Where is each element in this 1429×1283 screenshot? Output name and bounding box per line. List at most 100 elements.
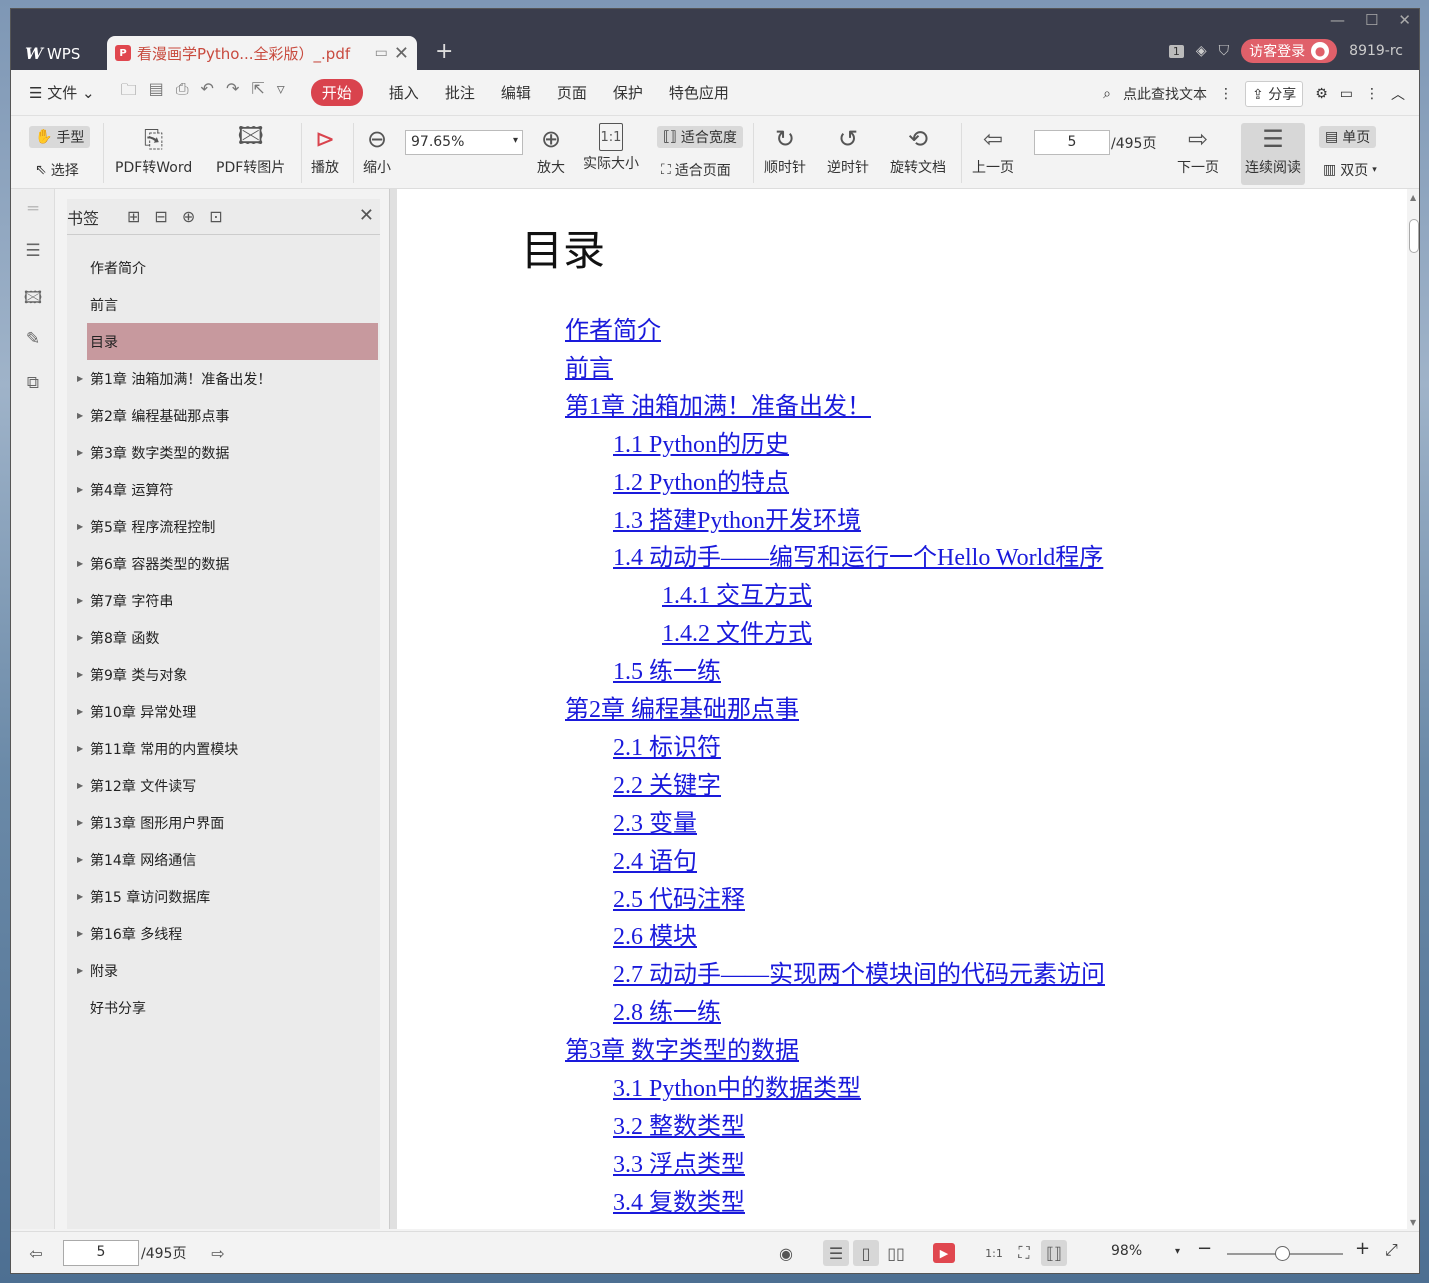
attachment-icon[interactable]: ⧉ [23, 373, 43, 393]
open-folder-icon[interactable]: 🗀 [121, 79, 137, 106]
expand-arrow-icon[interactable]: ▶ [77, 892, 83, 901]
bookmark-item[interactable]: ▶ 第16章 多线程 [67, 915, 380, 952]
bookmark-item[interactable]: ▶ 第5章 程序流程控制 [67, 508, 380, 545]
bookmark-item[interactable]: ▶ 第6章 容器类型的数据 [67, 545, 380, 582]
menu-annotate[interactable]: 批注 [445, 82, 475, 103]
undo-icon[interactable]: ↶ [201, 79, 214, 106]
file-menu[interactable]: ☰ 文件 ⌄ [29, 82, 95, 103]
print-icon[interactable]: ⎙ [176, 79, 189, 106]
new-tab-plus-icon[interactable]: + [435, 39, 453, 64]
collapse-ribbon-icon[interactable]: ︿ [1391, 84, 1405, 104]
play-button[interactable]: ⊳ 播放 [311, 123, 339, 177]
bookmark-item[interactable]: 前言 [67, 286, 380, 323]
close-window-icon[interactable]: ✕ [1398, 11, 1411, 29]
fullscreen-icon[interactable]: ⤢ [1385, 1240, 1398, 1260]
panel-splitter[interactable] [389, 189, 397, 1229]
scroll-down-icon[interactable]: ▼ [1410, 1218, 1416, 1227]
next-page-button[interactable]: ⇨ 下一页 [1177, 123, 1219, 177]
bookmark-item[interactable]: ▶ 第2章 编程基础那点事 [67, 397, 380, 434]
toc-link[interactable]: 2.5 代码注释 [613, 879, 745, 914]
toc-link[interactable]: 2.7 动动手——实现两个模块间的代码元素访问 [613, 954, 1105, 989]
gear-icon[interactable]: ⚙ [1315, 86, 1328, 102]
share-button[interactable]: ⇪ 分享 [1245, 81, 1304, 107]
bookmark-list-icon[interactable]: ☰ [23, 241, 43, 261]
expand-arrow-icon[interactable]: ▶ [77, 966, 83, 975]
toc-link[interactable]: 3.1 Python中的数据类型 [613, 1068, 861, 1103]
prev-page-icon[interactable]: ⇦ [23, 1240, 49, 1266]
expand-arrow-icon[interactable]: ▶ [77, 374, 83, 383]
close-panel-icon[interactable]: ✕ [359, 205, 374, 226]
bookmark-item[interactable]: ▶ 第10章 异常处理 [67, 693, 380, 730]
rotate-counterclockwise-button[interactable]: ↺ 逆时针 [827, 123, 869, 177]
expand-arrow-icon[interactable]: ▶ [77, 448, 83, 457]
toc-link[interactable]: 2.3 变量 [613, 803, 697, 838]
toc-link[interactable]: 1.4.2 文件方式 [662, 613, 812, 648]
menu-edit[interactable]: 编辑 [501, 82, 531, 103]
select-tool-button[interactable]: ⇖ 选择 [35, 160, 79, 180]
toc-link[interactable]: 3.2 整数类型 [613, 1106, 745, 1141]
pdf-to-image-button[interactable]: 🖾 PDF转图片 [216, 122, 285, 177]
actual-size-button[interactable]: 1:1 实际大小 [583, 123, 639, 173]
toc-link[interactable]: 第1章 油箱加满！准备出发！ [565, 386, 871, 421]
skin-icon[interactable]: ◈ [1196, 43, 1207, 59]
zoom-select[interactable]: 97.65% ▾ [405, 130, 523, 155]
toc-link[interactable]: 第2章 编程基础那点事 [565, 689, 799, 724]
menu-page[interactable]: 页面 [557, 82, 587, 103]
close-tab-icon[interactable]: ✕ [394, 43, 409, 64]
bookmark-item[interactable]: ▶ 第8章 函数 [67, 619, 380, 656]
continuous-view-icon[interactable]: ☰ [823, 1240, 849, 1266]
hand-tool-button[interactable]: ✋ 手型 [29, 126, 91, 148]
expand-arrow-icon[interactable]: ▶ [77, 707, 83, 716]
toc-link[interactable]: 2.6 模块 [613, 916, 697, 951]
menu-start[interactable]: 开始 [310, 79, 363, 106]
bookmark-item[interactable]: ▶ 第15 章访问数据库 [67, 878, 380, 915]
toc-link[interactable]: 2.4 语句 [613, 841, 697, 876]
prev-page-button[interactable]: ⇦ 上一页 [972, 123, 1014, 177]
bookmark-item[interactable]: ▶ 第13章 图形用户界面 [67, 804, 380, 841]
menu-protect[interactable]: 保护 [613, 82, 643, 103]
redo-icon[interactable]: ↷ [226, 79, 239, 106]
rotate-document-button[interactable]: ⟲ 旋转文档 [890, 123, 946, 177]
expand-arrow-icon[interactable]: ▶ [77, 596, 83, 605]
search-text-button[interactable]: 点此查找文本 [1123, 84, 1207, 104]
toc-link[interactable]: 3.4 复数类型 [613, 1182, 745, 1217]
more-icon[interactable]: ⋮ [1365, 86, 1379, 102]
expand-arrow-icon[interactable]: ▶ [77, 744, 83, 753]
toc-link[interactable]: 作者简介 [565, 310, 661, 345]
document-tab[interactable]: P 看漫画学Pytho...全彩版）_.pdf ▭ ✕ [107, 36, 417, 70]
zoom-in-button[interactable]: ⊕ 放大 [537, 123, 565, 177]
bookmark-item[interactable]: ▶ 第7章 字符串 [67, 582, 380, 619]
expand-arrow-icon[interactable]: ▶ [77, 411, 83, 420]
rotate-clockwise-button[interactable]: ↻ 顺时针 [764, 123, 806, 177]
fit-width-button[interactable]: ⟦⟧ 适合宽度 [657, 126, 743, 148]
status-page-input[interactable]: 5 [63, 1240, 139, 1266]
thumbnail-icon[interactable]: 🖾 [23, 285, 43, 308]
scroll-up-icon[interactable]: ▲ [1410, 193, 1416, 202]
next-page-icon[interactable]: ⇨ [205, 1240, 231, 1266]
screen-icon[interactable]: ▭ [375, 45, 388, 61]
eye-protection-icon[interactable]: ◉ [773, 1240, 799, 1266]
expand-arrow-icon[interactable]: ▶ [77, 855, 83, 864]
continuous-reading-button[interactable]: ☰ 连续阅读 [1241, 123, 1305, 185]
zoom-slider-knob[interactable] [1275, 1246, 1290, 1261]
toc-link[interactable]: 2.2 关键字 [613, 765, 721, 800]
menu-insert[interactable]: 插入 [389, 82, 419, 103]
toc-link[interactable]: 1.1 Python的历史 [613, 424, 789, 459]
bookmark-item[interactable]: ▶ 第4章 运算符 [67, 471, 380, 508]
bookmark-item[interactable]: ▶ 附录 [67, 952, 380, 989]
expand-arrow-icon[interactable]: ▶ [77, 818, 83, 827]
bookmark-item[interactable]: ▶ 第12章 文件读写 [67, 767, 380, 804]
menu-special[interactable]: 特色应用 [669, 82, 729, 103]
expand-arrow-icon[interactable]: ▶ [77, 522, 83, 531]
search-icon[interactable]: ⌕ [1103, 86, 1111, 102]
expand-arrow-icon[interactable]: ▶ [77, 781, 83, 790]
bookmark-item[interactable]: 目录 [87, 323, 378, 360]
toc-link[interactable]: 2.8 练一练 [613, 992, 721, 1027]
expand-arrow-icon[interactable]: ▶ [77, 485, 83, 494]
comment-icon[interactable]: ▭ [1340, 86, 1353, 102]
bookmark-item[interactable]: ▶ 第9章 类与对象 [67, 656, 380, 693]
single-view-icon[interactable]: ▯ [853, 1240, 879, 1266]
actual-size-status-icon[interactable]: 1:1 [981, 1240, 1007, 1266]
fit-page-status-icon[interactable]: ⛶ [1011, 1240, 1037, 1266]
toc-link[interactable]: 前言 [565, 348, 613, 383]
